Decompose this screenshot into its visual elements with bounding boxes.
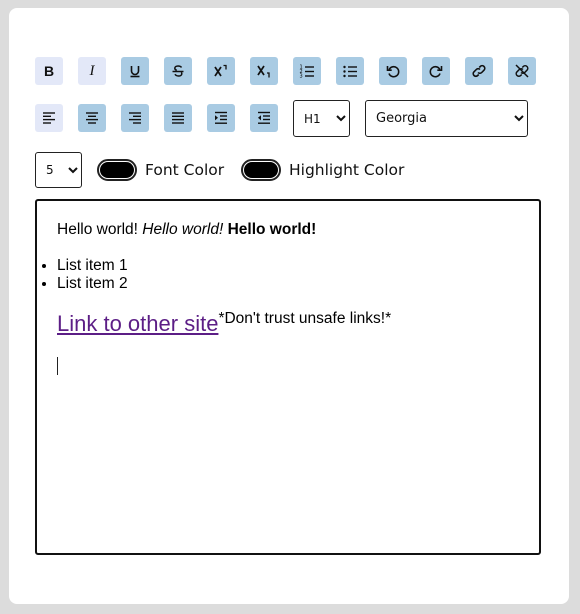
hello-line: Hello world! Hello world! Hello world! [57, 221, 316, 239]
list-item: List item 1 [57, 257, 128, 275]
ordered-list-icon: 123 [300, 65, 314, 80]
align-left-button[interactable] [35, 104, 63, 132]
align-right-button[interactable] [121, 104, 149, 132]
unlink-icon [515, 64, 529, 78]
italic-text: Hello world! [142, 221, 224, 238]
subscript-icon [257, 65, 270, 78]
list-item: List item 2 [57, 275, 128, 293]
superscript-button[interactable] [207, 57, 235, 85]
justify-icon [172, 112, 184, 124]
highlight-color-picker[interactable] [241, 159, 281, 181]
text-editor-area[interactable]: Hello world! Hello world! Hello world! L… [35, 199, 541, 555]
font-color-swatch [100, 162, 134, 178]
other-site-link[interactable]: Link to other site [57, 311, 218, 336]
link-warning-text: *Don't trust unsafe links!* [218, 310, 392, 327]
highlight-color-label: Highlight Color [289, 161, 405, 179]
indent-button[interactable] [207, 104, 235, 132]
redo-button[interactable] [422, 57, 450, 85]
svg-text:3: 3 [300, 74, 303, 80]
italic-button[interactable]: I [78, 57, 106, 85]
ordered-list-button[interactable]: 123 [293, 57, 321, 85]
font-color-picker[interactable] [97, 159, 137, 181]
align-left-icon [43, 112, 55, 124]
font-size-select[interactable]: 5 [35, 152, 82, 188]
link-button[interactable] [465, 57, 493, 85]
indent-icon [215, 111, 227, 124]
underline-button[interactable] [121, 57, 149, 85]
justify-button[interactable] [164, 104, 192, 132]
font-family-select[interactable]: Georgia [365, 100, 528, 137]
text-caret [57, 357, 58, 375]
underline-icon [130, 66, 140, 78]
link-icon [472, 64, 486, 78]
bold-icon: B [43, 63, 55, 79]
outdent-button[interactable] [250, 104, 278, 132]
unordered-list-button[interactable] [336, 57, 364, 85]
highlight-color-swatch [244, 162, 278, 178]
undo-icon [386, 65, 400, 78]
redo-icon [429, 65, 443, 78]
bullet-list: List item 1 List item 2 [37, 257, 128, 293]
unordered-list-icon [343, 65, 357, 78]
align-center-icon [86, 112, 98, 124]
subscript-button[interactable] [250, 57, 278, 85]
strikethrough-icon [172, 65, 184, 77]
bold-button[interactable]: B [35, 57, 63, 85]
strikethrough-button[interactable] [164, 57, 192, 85]
outdent-icon [258, 111, 270, 124]
italic-icon: I [89, 62, 95, 79]
heading-select[interactable]: H1 [293, 100, 350, 137]
bold-text: Hello world! [227, 221, 317, 238]
align-right-icon [129, 112, 141, 124]
link-line: Link to other site*Don't trust unsafe li… [57, 310, 392, 337]
unlink-button[interactable] [508, 57, 536, 85]
plain-text: Hello world! [57, 221, 138, 238]
align-center-button[interactable] [78, 104, 106, 132]
undo-button[interactable] [379, 57, 407, 85]
superscript-icon [214, 64, 227, 77]
font-color-label: Font Color [145, 161, 225, 179]
